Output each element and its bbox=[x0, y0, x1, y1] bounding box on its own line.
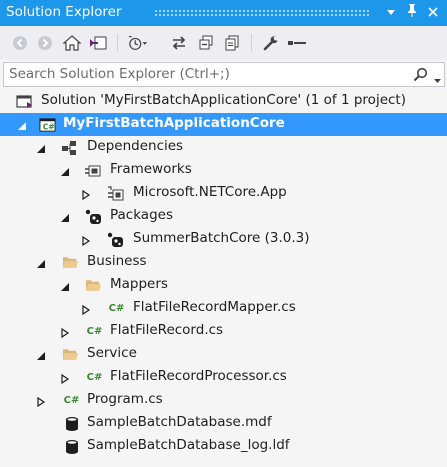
collapsed-arrow-icon[interactable] bbox=[60, 326, 70, 339]
open-folder-icon bbox=[85, 277, 102, 294]
flatfilerecord-label: FlatFileRecord.cs bbox=[110, 322, 224, 338]
frameworks-label: Frameworks bbox=[110, 161, 192, 177]
toolbar-separator bbox=[117, 34, 118, 52]
tree-node-database-ldf[interactable]: SampleBatchDatabase_log.ldf bbox=[0, 435, 447, 458]
sync-with-active-document-icon[interactable] bbox=[169, 33, 189, 53]
collapsed-arrow-icon[interactable] bbox=[81, 188, 91, 201]
netcore-app-label: Microsoft.NETCore.App bbox=[133, 184, 287, 200]
pin-button[interactable] bbox=[403, 3, 421, 23]
toolbar bbox=[0, 26, 447, 60]
open-folder-icon bbox=[62, 254, 79, 271]
properties-icon[interactable] bbox=[261, 33, 281, 53]
expanded-arrow-icon[interactable] bbox=[60, 280, 70, 291]
tree-node-mappers[interactable]: Mappers bbox=[0, 274, 447, 297]
packages-label: Packages bbox=[110, 207, 173, 223]
business-label: Business bbox=[87, 253, 147, 269]
database-icon bbox=[63, 415, 80, 432]
tree-node-flatfilerecordmapper[interactable]: C# FlatFileRecordMapper.cs bbox=[0, 297, 447, 320]
mappers-label: Mappers bbox=[110, 276, 168, 292]
csharp-file-icon: C# bbox=[86, 369, 103, 386]
dependencies-label: Dependencies bbox=[87, 138, 184, 154]
title-grip[interactable] bbox=[154, 9, 370, 17]
tree-node-frameworks[interactable]: Frameworks bbox=[0, 159, 447, 182]
collapse-all-icon[interactable] bbox=[196, 33, 216, 53]
tree-node-solution[interactable]: Solution 'MyFirstBatchApplicationCore' (… bbox=[0, 90, 447, 113]
flatfilerecordmapper-label: FlatFileRecordMapper.cs bbox=[133, 299, 296, 315]
svg-text:C#: C# bbox=[43, 122, 55, 131]
tree-node-service[interactable]: Service bbox=[0, 343, 447, 366]
preview-selected-items-icon[interactable] bbox=[287, 33, 307, 53]
expanded-arrow-icon[interactable] bbox=[60, 211, 70, 222]
window-title: Solution Explorer bbox=[6, 4, 122, 20]
search-box[interactable]: Search Solution Explorer (Ctrl+;) bbox=[3, 62, 445, 87]
tree-node-database-mdf[interactable]: SampleBatchDatabase.mdf bbox=[0, 412, 447, 435]
open-folder-icon bbox=[62, 346, 79, 363]
solution-label: Solution 'MyFirstBatchApplicationCore' (… bbox=[41, 92, 406, 108]
tree-node-business[interactable]: Business bbox=[0, 251, 447, 274]
expanded-arrow-icon[interactable] bbox=[60, 165, 70, 176]
framework-reference-icon bbox=[107, 185, 124, 202]
nuget-packages-icon bbox=[85, 208, 102, 225]
forward-icon[interactable] bbox=[35, 33, 55, 53]
csharp-file-icon: C# bbox=[63, 392, 80, 409]
back-icon[interactable] bbox=[10, 33, 30, 53]
expanded-arrow-icon[interactable] bbox=[36, 257, 46, 268]
csharp-file-icon: C# bbox=[108, 300, 125, 317]
toolbar-separator bbox=[251, 34, 252, 52]
csharp-badge: C# bbox=[63, 395, 80, 406]
csharp-project-icon: C# bbox=[39, 116, 56, 133]
pending-changes-filter-icon[interactable] bbox=[128, 33, 148, 53]
expanded-arrow-icon[interactable] bbox=[36, 142, 46, 153]
solution-icon bbox=[16, 93, 33, 110]
database-icon bbox=[63, 438, 80, 455]
tree-node-packages[interactable]: Packages bbox=[0, 205, 447, 228]
search-input[interactable]: Search Solution Explorer (Ctrl+;) bbox=[9, 66, 230, 82]
summerbatchcore-label: SummerBatchCore (3.0.3) bbox=[133, 230, 310, 246]
switch-views-icon[interactable] bbox=[88, 33, 108, 53]
database-mdf-label: SampleBatchDatabase.mdf bbox=[87, 414, 272, 430]
home-icon[interactable] bbox=[62, 33, 82, 53]
service-label: Service bbox=[87, 345, 137, 361]
title-bar: Solution Explorer bbox=[0, 0, 447, 26]
tree-node-program[interactable]: C# Program.cs bbox=[0, 389, 447, 412]
window-dropdown-button[interactable] bbox=[382, 3, 400, 23]
tree-node-netcore-app[interactable]: Microsoft.NETCore.App bbox=[0, 182, 447, 205]
program-label: Program.cs bbox=[87, 391, 163, 407]
tree-node-project[interactable]: C# MyFirstBatchApplicationCore bbox=[0, 113, 447, 136]
database-ldf-label: SampleBatchDatabase_log.ldf bbox=[87, 437, 290, 453]
csharp-badge: C# bbox=[86, 326, 103, 337]
csharp-file-icon: C# bbox=[86, 323, 103, 340]
flatfilerecordprocessor-label: FlatFileRecordProcessor.cs bbox=[110, 368, 287, 384]
show-all-files-icon[interactable] bbox=[222, 33, 242, 53]
nuget-package-icon bbox=[107, 231, 124, 248]
collapsed-arrow-icon[interactable] bbox=[36, 395, 46, 408]
collapsed-arrow-icon[interactable] bbox=[81, 234, 91, 247]
search-icon[interactable] bbox=[413, 67, 428, 86]
expanded-arrow-icon[interactable] bbox=[36, 349, 46, 360]
tree-node-dependencies[interactable]: Dependencies bbox=[0, 136, 447, 159]
close-button[interactable] bbox=[424, 3, 442, 23]
tree-node-flatfilerecordprocessor[interactable]: C# FlatFileRecordProcessor.cs bbox=[0, 366, 447, 389]
collapsed-arrow-icon[interactable] bbox=[60, 372, 70, 385]
tree-node-flatfilerecord[interactable]: C# FlatFileRecord.cs bbox=[0, 320, 447, 343]
tree-node-summerbatchcore[interactable]: SummerBatchCore (3.0.3) bbox=[0, 228, 447, 251]
search-options-chevron-down-icon[interactable] bbox=[434, 72, 441, 88]
expanded-arrow-icon[interactable] bbox=[17, 119, 27, 130]
project-label: MyFirstBatchApplicationCore bbox=[63, 115, 285, 131]
frameworks-icon bbox=[84, 162, 101, 179]
csharp-badge: C# bbox=[108, 303, 125, 314]
dependencies-icon bbox=[61, 139, 78, 156]
collapsed-arrow-icon[interactable] bbox=[81, 303, 91, 316]
csharp-badge: C# bbox=[86, 372, 103, 383]
